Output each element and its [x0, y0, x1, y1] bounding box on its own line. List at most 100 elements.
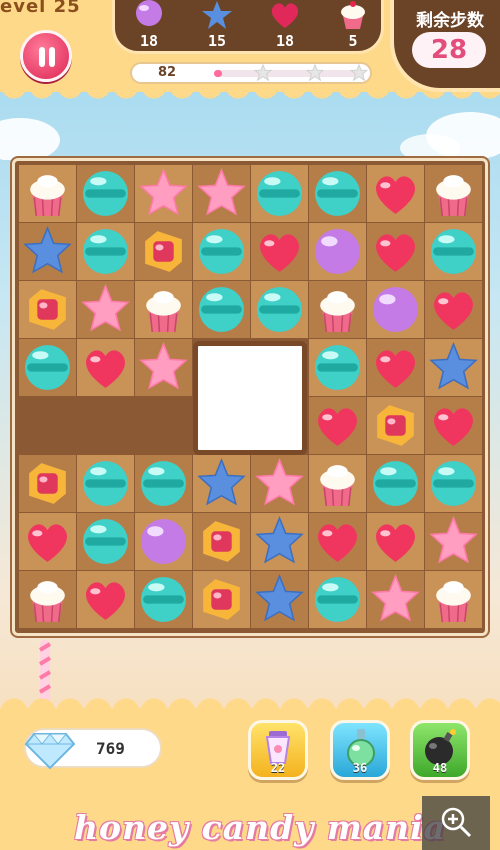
moves-count: 28: [412, 32, 486, 68]
game-title: honey candy mania: [73, 808, 447, 847]
board-cell[interactable]: [309, 571, 366, 628]
board-cell[interactable]: [19, 339, 76, 396]
shake-booster-button[interactable]: 22: [248, 720, 308, 780]
booster-count: 36: [352, 761, 368, 775]
wrapped-candy-icon: [377, 405, 414, 446]
board-cell[interactable]: [193, 223, 250, 280]
board-cell[interactable]: [19, 223, 76, 280]
red-heart-candy-icon: [376, 176, 415, 214]
board-cell[interactable]: [251, 455, 308, 512]
score-star-icon: [254, 64, 272, 82]
board-cell[interactable]: [425, 165, 482, 222]
cupcake-candy-icon: [320, 291, 355, 333]
potion-booster-button[interactable]: 36: [330, 720, 390, 780]
bomb-booster-button[interactable]: 48: [410, 720, 470, 780]
board-cell[interactable]: [309, 455, 366, 512]
board-cell[interactable]: [367, 571, 424, 628]
board-cell[interactable]: [367, 455, 424, 512]
board-cell[interactable]: [309, 339, 366, 396]
board-cell[interactable]: [19, 513, 76, 570]
board-cell[interactable]: [135, 281, 192, 338]
board-cell[interactable]: [367, 223, 424, 280]
board-cell[interactable]: [193, 571, 250, 628]
board-cell[interactable]: [367, 281, 424, 338]
zoom-button[interactable]: [422, 796, 490, 850]
teal-candy-icon: [199, 287, 244, 332]
purple-candy-icon: [315, 229, 360, 274]
goal-count: 15: [207, 32, 227, 50]
board-cell[interactable]: [367, 513, 424, 570]
board-cell[interactable]: [135, 165, 192, 222]
board-cell[interactable]: [425, 397, 482, 454]
red-heart-candy-icon: [376, 524, 415, 562]
moves-panel: 剩余步数 28: [390, 0, 500, 92]
board-cell[interactable]: [309, 281, 366, 338]
board-cell[interactable]: [309, 513, 366, 570]
teal-candy-icon: [83, 229, 128, 274]
cupcake-candy-icon: [30, 175, 65, 217]
board-cell[interactable]: [77, 513, 134, 570]
board-cell[interactable]: [425, 455, 482, 512]
teal-candy-icon: [199, 229, 244, 274]
board-cell[interactable]: [193, 455, 250, 512]
board-cell[interactable]: [77, 339, 134, 396]
board-cell[interactable]: [309, 165, 366, 222]
board-cell[interactable]: [135, 455, 192, 512]
board-cell[interactable]: [251, 165, 308, 222]
board-cell[interactable]: [425, 339, 482, 396]
board-cell[interactable]: [425, 281, 482, 338]
board-cell[interactable]: [251, 281, 308, 338]
board-cell[interactable]: [77, 165, 134, 222]
blue-star-candy-icon: [255, 515, 304, 564]
board-cell[interactable]: [193, 281, 250, 338]
cupcake-candy-icon: [146, 291, 181, 333]
board-cell[interactable]: [19, 571, 76, 628]
pink-star-candy-icon: [139, 167, 188, 216]
board-cell[interactable]: [193, 513, 250, 570]
board-cell[interactable]: [251, 223, 308, 280]
board-cell[interactable]: [367, 339, 424, 396]
score-progress-track: [214, 64, 368, 82]
board-cell[interactable]: [193, 165, 250, 222]
board-cell[interactable]: [425, 223, 482, 280]
board-cell[interactable]: [135, 571, 192, 628]
board-cell[interactable]: [367, 397, 424, 454]
board-cell[interactable]: [135, 223, 192, 280]
board-cell[interactable]: [19, 281, 76, 338]
board-cell[interactable]: [77, 281, 134, 338]
board-cell[interactable]: [19, 165, 76, 222]
teal-candy-icon: [315, 345, 360, 390]
board-cell[interactable]: [77, 571, 134, 628]
board-cell[interactable]: [19, 455, 76, 512]
purple-candy-icon: [373, 287, 418, 332]
teal-candy-icon: [83, 519, 128, 564]
teal-candy-icon: [83, 461, 128, 506]
teal-candy-icon: [141, 577, 186, 622]
cupcake-icon: [341, 1, 365, 29]
board-cell[interactable]: [251, 571, 308, 628]
teal-candy-icon: [315, 171, 360, 216]
goal-cupcake: 5: [323, 0, 383, 54]
score-star-icon: [306, 64, 324, 82]
board-cell[interactable]: [425, 513, 482, 570]
wrapped-candy-icon: [203, 521, 240, 562]
gem-counter[interactable]: 769: [24, 728, 162, 770]
board-cell[interactable]: [135, 339, 192, 396]
red-heart-candy-icon: [376, 234, 415, 272]
board-cell[interactable]: [135, 513, 192, 570]
board-cell[interactable]: [309, 397, 366, 454]
pause-button[interactable]: [20, 30, 72, 82]
board-cell[interactable]: [367, 165, 424, 222]
board-cell[interactable]: [309, 223, 366, 280]
board-cell[interactable]: [425, 571, 482, 628]
board-cell[interactable]: [251, 513, 308, 570]
blue-star-icon: [202, 1, 232, 29]
red-heart-candy-icon: [318, 408, 357, 446]
board-cell[interactable]: [77, 223, 134, 280]
goal-purple-candy: 18: [119, 0, 179, 54]
board-cell[interactable]: [77, 455, 134, 512]
teal-candy-icon: [431, 229, 476, 274]
score-value: 82: [158, 65, 177, 80]
board-cell: [77, 397, 134, 454]
goal-count: 18: [139, 32, 159, 50]
